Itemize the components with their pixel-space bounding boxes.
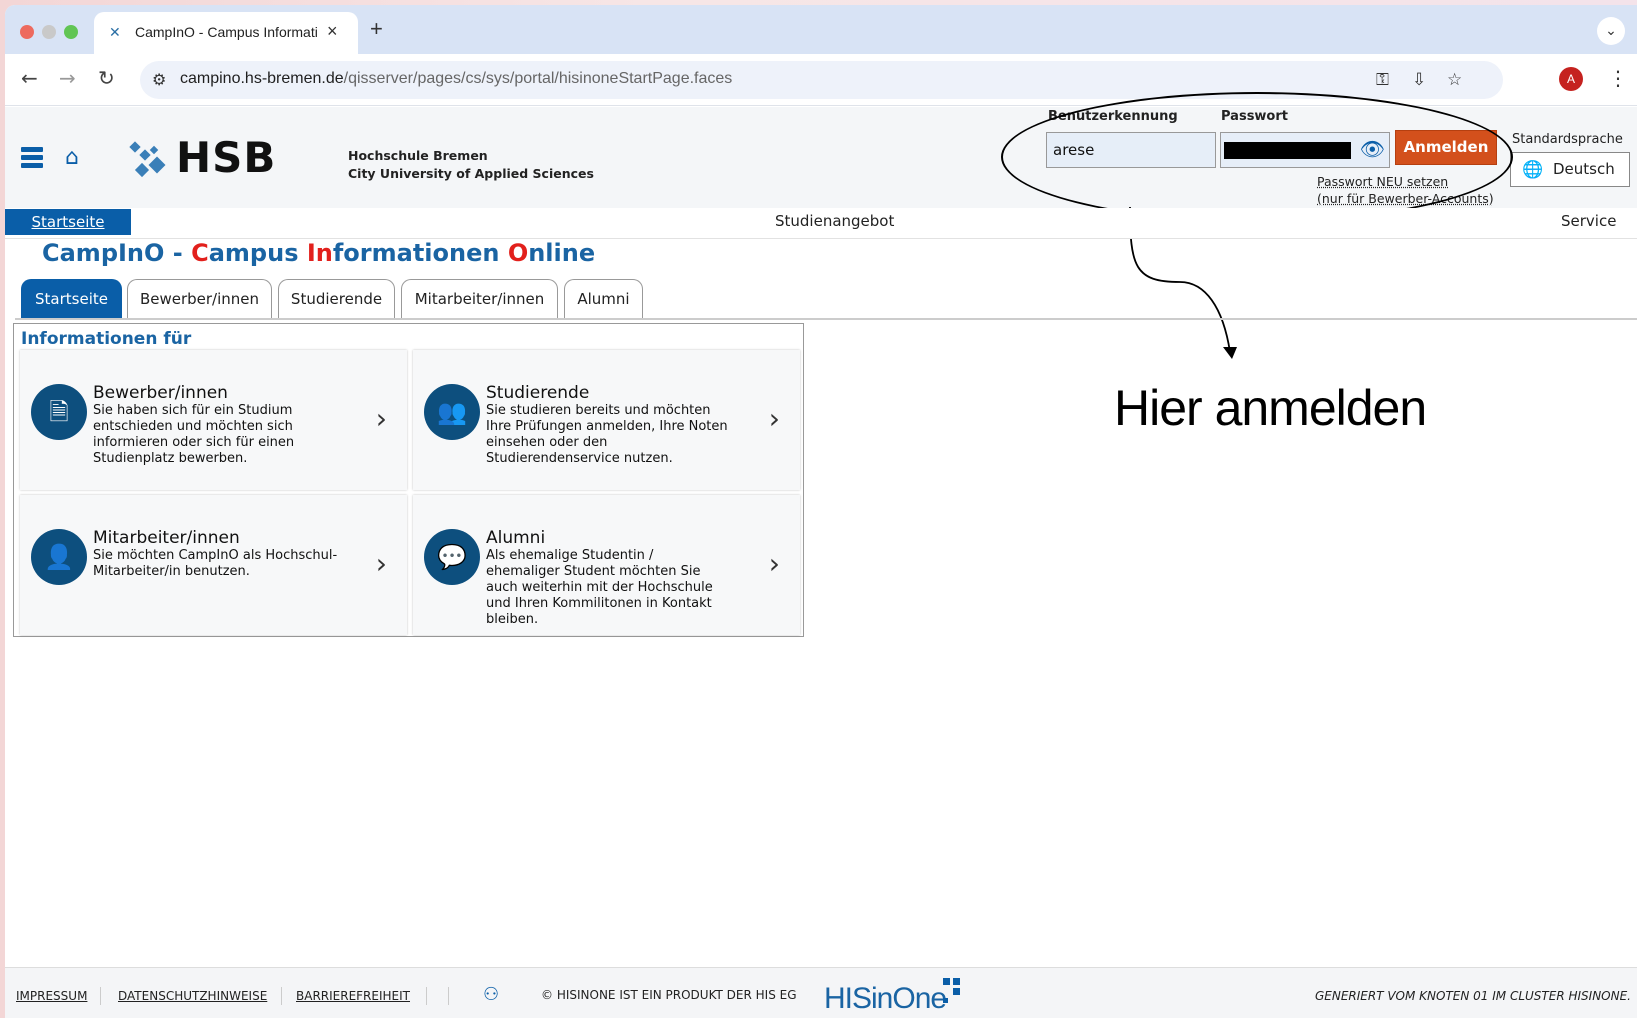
hamburger-menu-icon[interactable]: [21, 147, 43, 171]
copyright-text: © HISINONE IST EIN PRODUKT DER HIS EG: [541, 988, 797, 1002]
hisinone-logo: HISinOne: [824, 982, 947, 1015]
back-icon[interactable]: ←: [21, 66, 38, 90]
language-label: Deutsch: [1553, 160, 1615, 178]
footer-divider: [100, 987, 101, 1005]
logo-text: HSB: [176, 133, 277, 182]
language-button[interactable]: 🌐 Deutsch: [1510, 152, 1630, 187]
new-tab-icon[interactable]: +: [370, 16, 383, 42]
chevron-right-icon: ›: [768, 402, 780, 435]
minimize-window-button[interactable]: [42, 25, 56, 39]
title-in: In: [306, 239, 333, 267]
impressum-link[interactable]: IMPRESSUM: [16, 989, 87, 1003]
reload-icon[interactable]: ↻: [98, 66, 115, 90]
footer-divider: [448, 987, 449, 1005]
university-name: Hochschule Bremen City University of App…: [348, 147, 594, 183]
title-o: O: [507, 239, 529, 267]
hsb-logo-icon: [129, 141, 166, 178]
datenschutz-link[interactable]: DATENSCHUTZHINWEISE: [118, 989, 267, 1003]
tab-close-icon[interactable]: ×: [327, 21, 338, 42]
uni-line-1: Hochschule Bremen: [348, 148, 488, 163]
title-ampus: ampus: [208, 239, 307, 267]
web-page: ⌂ HSB Hochschule Bremen City University …: [5, 92, 1637, 1018]
card-bewerber[interactable]: 🗎 Bewerber/innen Sie haben sich für ein …: [20, 350, 407, 490]
nav-service[interactable]: Service: [1561, 212, 1616, 230]
annotation-text: Hier anmelden: [1114, 380, 1427, 436]
card-description: Als ehemalige Studentin / ehemaliger Stu…: [486, 548, 713, 627]
staff-icon: 👤: [31, 529, 87, 585]
browser-tab[interactable]: ✕ CampInO - Campus Informati ×: [94, 12, 358, 54]
home-icon[interactable]: ⌂: [65, 145, 79, 170]
students-icon: 👥: [424, 384, 480, 440]
card-title: Mitarbeiter/innen: [93, 528, 240, 548]
browser-toolbar: ← → ↻ ⚙ campino.hs-bremen.de/qisserver/p…: [5, 54, 1637, 106]
chevron-right-icon: ›: [375, 547, 387, 580]
portal-tabs: Startseite Bewerber/innen Studierende Mi…: [15, 279, 1637, 320]
footer-divider: [426, 987, 427, 1005]
generated-note: GENERIERT VOM KNOTEN 01 IM CLUSTER HISIN…: [1314, 989, 1631, 1003]
chevron-right-icon: ›: [375, 402, 387, 435]
title-c: C: [191, 239, 209, 267]
title-nline: nline: [528, 239, 596, 267]
tab-studierende[interactable]: Studierende: [278, 279, 395, 318]
tab-bewerber[interactable]: Bewerber/innen: [127, 279, 272, 318]
tab-search-chevron-icon[interactable]: ⌄: [1597, 17, 1625, 45]
maximize-window-button[interactable]: [64, 25, 78, 39]
tab-title: CampInO - Campus Informati: [135, 24, 318, 40]
default-language-label: Standardsprache: [1512, 132, 1623, 147]
card-studierende[interactable]: 👥 Studierende Sie studieren bereits und …: [413, 350, 800, 490]
page-title: CampInO - Campus Informationen Online: [42, 239, 595, 267]
card-title: Studierende: [486, 383, 590, 403]
install-app-icon[interactable]: ⇩: [1412, 70, 1426, 90]
footer-divider: [281, 987, 282, 1005]
card-description: Sie möchten CampInO als Hochschul-Mitarb…: [93, 548, 338, 579]
site-settings-icon[interactable]: ⚙: [152, 70, 166, 89]
browser-window: ✕ CampInO - Campus Informati × + ⌄ ← → ↻…: [5, 5, 1637, 1018]
annotation-ellipse: [1001, 92, 1513, 222]
forward-icon[interactable]: →: [59, 66, 76, 90]
favicon-icon: ✕: [109, 25, 121, 41]
barrierefreiheit-link[interactable]: BARRIEREFREIHEIT: [296, 989, 410, 1003]
globe-icon: 🌐: [1522, 160, 1544, 180]
info-panel: Informationen für 🗎 Bewerber/innen Sie h…: [13, 323, 804, 637]
info-heading: Informationen für: [21, 329, 192, 349]
card-title: Alumni: [486, 528, 546, 548]
tab-strip: ✕ CampInO - Campus Informati × + ⌄: [5, 5, 1637, 54]
main-navigation: Startseite Studienangebot Service: [5, 208, 1637, 239]
tab-mitarbeiter[interactable]: Mitarbeiter/innen: [401, 279, 558, 318]
url-text: campino.hs-bremen.de/qisserver/pages/cs/…: [180, 70, 733, 87]
chevron-right-icon: ›: [768, 547, 780, 580]
close-window-button[interactable]: [20, 25, 34, 39]
card-mitarbeiter[interactable]: 👤 Mitarbeiter/innen Sie möchten CampInO …: [20, 495, 407, 635]
nav-studienangebot[interactable]: Studienangebot: [775, 212, 894, 230]
document-icon: 🗎: [31, 384, 87, 440]
page-footer: IMPRESSUM DATENSCHUTZHINWEISE BARRIEREFR…: [5, 967, 1637, 1018]
alumni-icon: 💬: [424, 529, 480, 585]
title-formationen: formationen: [332, 239, 508, 267]
bookmark-star-icon[interactable]: ☆: [1447, 70, 1462, 90]
uni-line-2: City University of Applied Sciences: [348, 166, 594, 181]
profile-avatar[interactable]: A: [1559, 67, 1583, 91]
card-title: Bewerber/innen: [93, 383, 228, 403]
card-description: Sie studieren bereits und möchten Ihre P…: [486, 403, 728, 466]
tab-alumni[interactable]: Alumni: [564, 279, 643, 318]
title-part-1: CampInO -: [42, 239, 192, 267]
sitemap-icon[interactable]: ⚇: [483, 984, 499, 1005]
card-description: Sie haben sich für ein Studium entschied…: [93, 403, 295, 466]
nav-startseite[interactable]: Startseite: [5, 209, 131, 235]
card-alumni[interactable]: 💬 Alumni Als ehemalige Studentin / ehema…: [413, 495, 800, 635]
browser-menu-icon[interactable]: ⋮: [1608, 66, 1628, 90]
tab-startseite[interactable]: Startseite: [21, 279, 122, 318]
password-key-icon[interactable]: ⚿: [1376, 70, 1389, 90]
